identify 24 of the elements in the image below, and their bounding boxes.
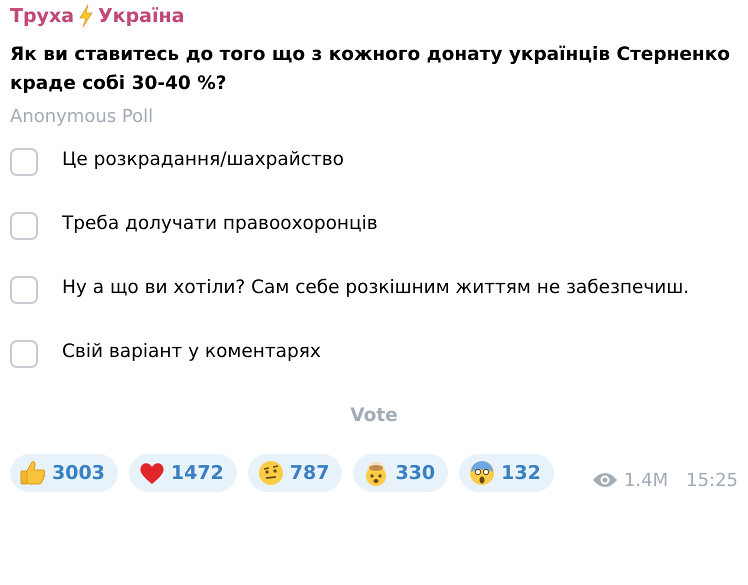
thumbs-up-icon bbox=[19, 459, 47, 487]
option-label[interactable]: Свій варіант у коментарях bbox=[62, 335, 321, 369]
reaction-button[interactable]: 787 bbox=[248, 454, 342, 492]
lightning-icon bbox=[78, 4, 94, 28]
eye-icon bbox=[592, 472, 618, 488]
reaction-button[interactable]: 3003 bbox=[10, 454, 118, 492]
reaction-button[interactable]: 1472 bbox=[128, 454, 237, 492]
option-label[interactable]: Ну а що ви хотіли? Сам себе розкішним життям не забезпечиш. bbox=[62, 271, 690, 305]
channel-name[interactable]: Україна bbox=[98, 5, 184, 27]
message-time: 15:25 bbox=[686, 470, 738, 490]
checkbox[interactable] bbox=[10, 340, 38, 368]
option-label[interactable]: Це розкрадання/шахрайство bbox=[62, 143, 344, 177]
poll-type: Anonymous Poll bbox=[10, 106, 154, 127]
screaming-face-icon bbox=[468, 459, 496, 487]
poll-question: Як ви ставитесь до того що з кожного донату українців Стерненко краде собі 30-40 %? bbox=[10, 43, 731, 96]
reaction-button[interactable]: 330 bbox=[353, 454, 448, 492]
reaction-button[interactable]: 132 bbox=[459, 454, 554, 492]
view-count: 1.4M bbox=[624, 470, 668, 490]
face-icon bbox=[256, 459, 285, 487]
option-label[interactable]: Треба долучати правоохоронців bbox=[62, 207, 378, 241]
checkbox[interactable] bbox=[10, 212, 38, 240]
channel-name[interactable]: Труха bbox=[10, 5, 74, 27]
checkbox[interactable] bbox=[10, 276, 38, 304]
checkbox[interactable] bbox=[10, 148, 38, 176]
